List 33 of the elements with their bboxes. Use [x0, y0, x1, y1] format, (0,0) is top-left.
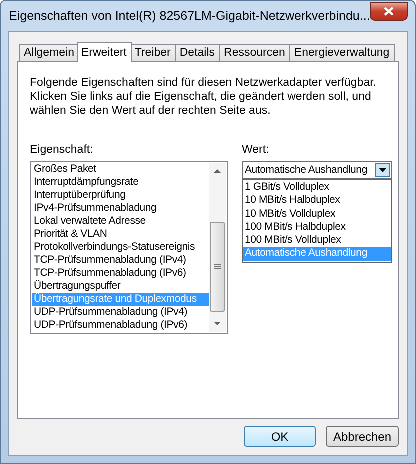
list-item[interactable]: TCP-Prüfsummenabladung (IPv4) [32, 254, 209, 267]
ok-button[interactable]: OK [244, 426, 316, 447]
tab[interactable]: Erweitert [76, 42, 132, 62]
scrollbar[interactable] [209, 163, 226, 332]
list-item[interactable]: UDP-Prüfsummenabladung (IPv6) [32, 319, 209, 332]
tab[interactable]: Allgemein [19, 44, 80, 62]
grip-icon [214, 264, 221, 270]
window-title: Eigenschaften von Intel(R) 82567LM-Gigabit-Netzwerkverbindu... [8, 9, 370, 23]
dropdown-option[interactable]: 100 MBit/s Vollduplex [243, 234, 391, 248]
scroll-thumb[interactable] [210, 222, 225, 312]
value-label: Wert: [242, 144, 270, 156]
tab[interactable]: Energieverwaltung [289, 44, 395, 62]
close-icon [384, 6, 394, 16]
list-item[interactable]: Interruptdämpfungsrate [32, 176, 209, 189]
cancel-button[interactable]: Abbrechen [326, 426, 399, 447]
close-button[interactable] [370, 2, 408, 20]
scroll-up-icon[interactable] [213, 167, 222, 176]
list-item[interactable]: Protokollverbindungs-Statusereignis [32, 241, 209, 254]
list-item[interactable]: TCP-Prüfsummenabladung (IPv6) [32, 267, 209, 280]
list-item[interactable]: Übertragungspuffer [32, 280, 209, 293]
scroll-down-icon[interactable] [213, 319, 222, 328]
tab[interactable]: Details [174, 44, 220, 62]
tab[interactable]: Ressourcen [219, 44, 290, 62]
value-dropdown[interactable]: Automatische Aushandlung [242, 161, 392, 179]
tab[interactable]: Treiber [130, 44, 176, 62]
list-item[interactable]: Lokal verwaltete Adresse [32, 215, 209, 228]
list-item[interactable]: IPv4-Prüfsummenabladung [32, 202, 209, 215]
list-item[interactable]: Priorität & VLAN [32, 228, 209, 241]
property-label: Eigenschaft: [30, 144, 94, 156]
description-text: Folgende Eigenschaften sind für diesen Netzwerkadapter verfügbar. Klicken Sie links auf die Eigenschaft, die geändert werden soll, und wählen Sie den Wert auf der rechten Seite aus. [30, 76, 378, 118]
list-item[interactable]: Großes Paket [32, 163, 209, 176]
list-item[interactable]: Interruptüberprüfung [32, 189, 209, 202]
list-item[interactable]: UDP-Prüfsummenabladung (IPv4) [32, 306, 209, 319]
